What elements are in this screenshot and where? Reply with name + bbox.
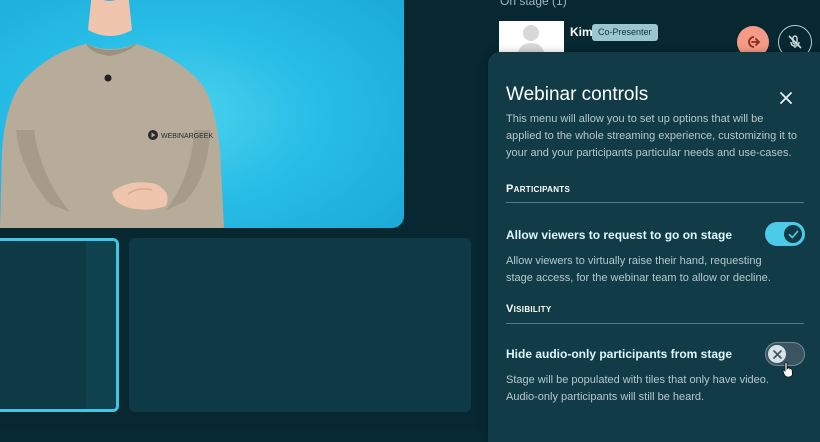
presenter-figure: WEBINARGEEK xyxy=(0,0,224,228)
check-icon xyxy=(788,230,798,239)
x-icon xyxy=(772,349,782,359)
section-heading-participants: Participants xyxy=(506,183,571,195)
setting-label-hide-audio-only: Hide audio-only participants from stage xyxy=(506,347,733,361)
tile-shade xyxy=(86,241,116,409)
section-divider xyxy=(506,323,804,324)
selected-participant-tile[interactable] xyxy=(0,238,119,412)
toggle-request-stage[interactable] xyxy=(765,222,805,246)
leave-icon xyxy=(748,36,761,48)
toggle-knob xyxy=(768,345,786,363)
webinar-controls-panel: Webinar controls This menu will allow yo… xyxy=(488,52,820,442)
close-icon xyxy=(780,92,792,104)
pointer-hand-icon xyxy=(782,362,793,378)
section-divider xyxy=(506,202,804,203)
presenter-video-tile[interactable]: WEBINARGEEK xyxy=(0,0,404,228)
panel-title: Webinar controls xyxy=(506,84,649,105)
shirt-logo-text: WEBINARGEEK xyxy=(161,133,213,140)
toggle-knob xyxy=(784,225,802,243)
empty-stage-tile[interactable] xyxy=(129,238,471,412)
role-badge: Co-Presenter xyxy=(592,24,658,41)
participant-name: Kim xyxy=(570,25,593,39)
setting-description-request-stage: Allow viewers to virtually raise their h… xyxy=(506,255,771,284)
section-heading-visibility: Visibility xyxy=(506,303,552,315)
setting-description-hide-audio-only: Stage will be populated with tiles that … xyxy=(506,374,769,403)
mic-off-icon xyxy=(788,35,802,49)
webinar-stage: WEBINARGEEK On stage (1) Kim Co-Presente… xyxy=(0,0,820,442)
setting-label-request-stage: Allow viewers to request to go on stage xyxy=(506,228,733,242)
close-button[interactable] xyxy=(776,88,796,108)
on-stage-label: On stage (1) xyxy=(500,0,567,8)
participant-avatar xyxy=(499,21,564,56)
panel-description: This menu will allow you to set up optio… xyxy=(506,113,798,159)
